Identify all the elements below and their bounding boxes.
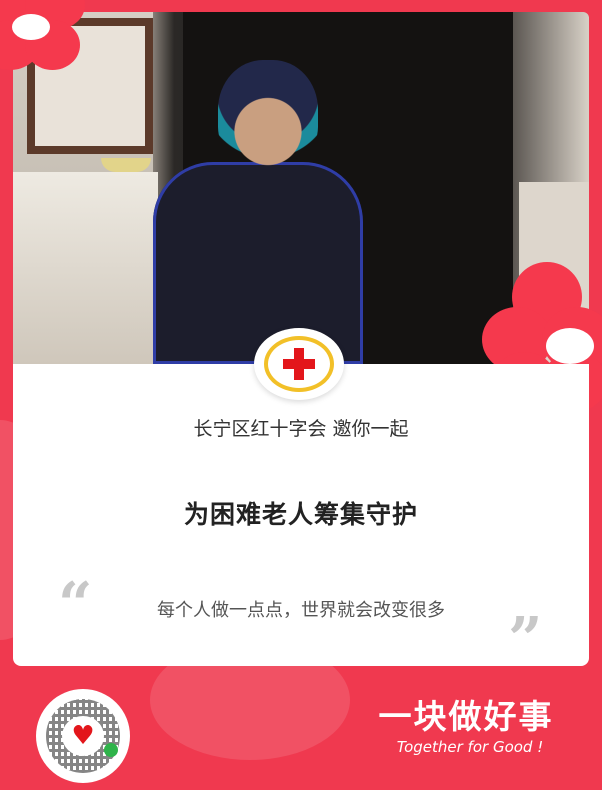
wreath-icon	[264, 336, 334, 392]
brand-subtitle: Together for Good !	[396, 738, 544, 756]
photo-person-body	[153, 162, 363, 364]
brand-title: 一块做好事	[378, 697, 554, 736]
close-quote-icon: ”	[508, 605, 543, 675]
heart-icon: ♥	[62, 716, 104, 756]
photo-bowl	[101, 158, 151, 172]
invite-text: 长宁区红十字会 邀你一起	[193, 418, 409, 440]
flower-decoration-top-left	[0, 0, 100, 80]
photo-stove	[13, 172, 158, 364]
headline: 为困难老人筹集守护	[183, 500, 418, 529]
red-cross-icon	[283, 348, 315, 380]
poster: 长宁区红十字会 邀你一起 为困难老人筹集守护 “ 每个人做一点点，世界就会改变很…	[0, 0, 602, 790]
wechat-icon	[104, 743, 118, 757]
photo-person-head	[218, 60, 318, 170]
red-cross-emblem-icon	[254, 328, 344, 400]
